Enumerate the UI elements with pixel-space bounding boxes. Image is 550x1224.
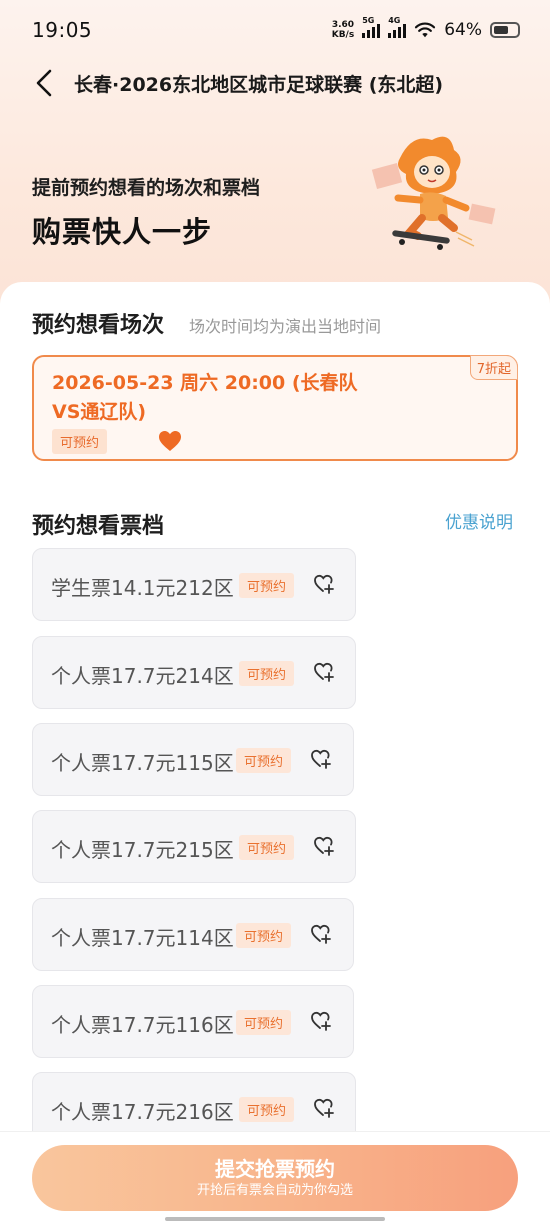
page-title: 长春·2026东北地区城市足球联赛 (东北超)	[74, 73, 444, 96]
nav-header: 长春·2026东北地区城市足球联赛 (东北超)	[0, 56, 550, 110]
ticket-status-badge: 可预约	[236, 1010, 292, 1035]
heart-add-icon[interactable]	[310, 923, 332, 945]
heart-add-icon[interactable]	[310, 1010, 332, 1032]
ticket-option[interactable]: 个人票17.7元116区 可预约	[32, 985, 354, 1058]
mascot-illustration	[371, 136, 496, 250]
ticket-status-badge: 可预约	[239, 661, 295, 686]
session-card[interactable]: 2026-05-23 周六 20:00 (长春队VS通辽队) 7折起 可预约	[32, 355, 518, 461]
signal-4g-icon: 4G	[388, 16, 407, 38]
network-speed-value: 3.60	[331, 20, 355, 30]
home-indicator[interactable]	[165, 1217, 385, 1221]
heart-add-icon[interactable]	[313, 573, 335, 595]
ticket-label: 学生票14.1元212区	[51, 576, 234, 600]
ticket-status-badge: 可预约	[239, 573, 295, 598]
submit-reservation-button[interactable]: 提交抢票预约 开抢后有票会自动为你勾选	[32, 1145, 518, 1211]
submit-button-label: 提交抢票预约	[215, 1157, 335, 1181]
submit-button-sublabel: 开抢后有票会自动为你勾选	[196, 1183, 353, 1198]
back-button[interactable]	[14, 56, 74, 110]
network-speed: 3.60 KB/s	[332, 20, 354, 40]
ticket-option[interactable]: 个人票17.7元114区 可预约	[32, 898, 354, 971]
session-datetime: 2026-05-23 周六 20:00 (长春队VS通辽队)	[52, 372, 358, 423]
ticket-status-badge: 可预约	[236, 923, 292, 948]
ticket-label: 个人票17.7元115区	[51, 751, 234, 775]
ticket-status-badge: 可预约	[239, 835, 295, 860]
signal-5g-icon: 5G	[362, 16, 381, 38]
heart-filled-icon[interactable]	[158, 430, 182, 452]
promo-info-link[interactable]: 优惠说明	[445, 508, 513, 533]
heart-add-icon[interactable]	[313, 1097, 335, 1119]
status-time: 19:05	[32, 18, 93, 42]
hero-title: 购票快人一步	[32, 215, 213, 249]
battery-icon	[490, 22, 520, 38]
heart-add-icon[interactable]	[313, 661, 335, 683]
status-icons: 3.60 KB/s 5G 4G 64%	[332, 16, 520, 40]
ticket-label: 个人票17.7元114区	[51, 926, 234, 950]
ticket-status-badge: 可预约	[239, 1097, 295, 1122]
ticket-option[interactable]: 个人票17.7元214区 可预约	[32, 636, 356, 709]
ticket-section-title: 预约想看票档	[32, 514, 165, 539]
ticket-label: 个人票17.7元214区	[51, 664, 234, 688]
heart-add-icon[interactable]	[310, 748, 332, 770]
network-speed-unit: KB/s	[331, 30, 355, 40]
session-status-badge: 可预约	[52, 429, 108, 454]
back-arrow-icon	[36, 69, 52, 97]
ticket-label: 个人票17.7元116区	[51, 1013, 234, 1037]
hero-subtitle: 提前预约想看的场次和票档	[32, 177, 261, 199]
status-bar: 19:05 3.60 KB/s 5G 4G 64%	[0, 0, 550, 60]
signal-4g-label: 4G	[388, 16, 401, 25]
session-section-title: 预约想看场次	[32, 313, 165, 338]
heart-add-icon[interactable]	[313, 835, 335, 857]
battery-percent: 64%	[444, 20, 482, 40]
signal-5g-label: 5G	[362, 16, 375, 25]
ticket-option[interactable]: 个人票17.7元215区 可预约	[32, 810, 356, 883]
ticket-label: 个人票17.7元216区	[51, 1100, 234, 1124]
ticket-status-badge: 可预约	[236, 748, 292, 773]
session-section-hint: 场次时间均为演出当地时间	[189, 317, 382, 336]
wifi-icon	[415, 22, 436, 38]
ticket-option[interactable]: 个人票17.7元115区 可预约	[32, 723, 354, 796]
discount-tag: 7折起	[469, 355, 518, 380]
ticket-option[interactable]: 学生票14.1元212区 可预约	[32, 548, 356, 621]
ticket-label: 个人票17.7元215区	[51, 838, 234, 862]
